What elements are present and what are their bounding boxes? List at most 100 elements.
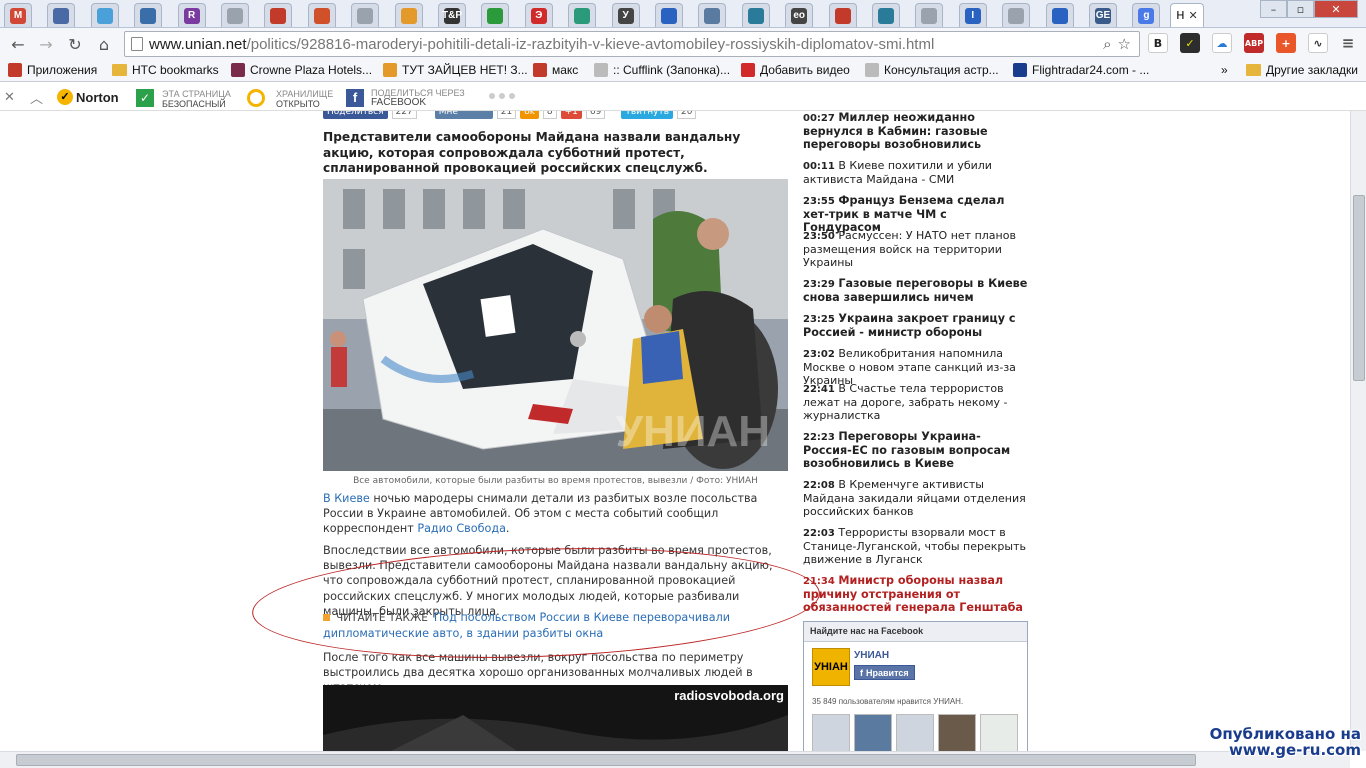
maximize-button[interactable]: ▫	[1287, 0, 1314, 18]
minimize-button[interactable]: –	[1260, 0, 1287, 18]
news-headline[interactable]: Великобритания напомнила Москве о новом …	[803, 347, 1016, 387]
news-headline[interactable]: В Кременчуге активисты Майдана закидали …	[803, 478, 1026, 518]
vk-like-button[interactable]: Мне	[434, 111, 493, 119]
avatar[interactable]	[896, 714, 934, 751]
news-item[interactable]: 23:29 Газовые переговоры в Киеве снова з…	[803, 277, 1028, 304]
tweet-button[interactable]: Твитнуть	[621, 111, 674, 119]
other-bookmarks[interactable]: Другие закладки	[1246, 63, 1358, 77]
news-item[interactable]: 23:55 Француз Бензема сделал хет-трик в …	[803, 194, 1028, 234]
bookmarks-more[interactable]: »	[1221, 63, 1228, 77]
vertical-scrollbar[interactable]	[1350, 111, 1366, 751]
more-dots-icon[interactable]	[489, 93, 515, 99]
ok-icon[interactable]: ok	[520, 111, 539, 119]
facebook-like-button[interactable]: f Нравится	[854, 665, 915, 680]
news-headline[interactable]: Министр обороны назвал причину отстранен…	[803, 574, 1023, 614]
news-item[interactable]: 23:50 Расмуссен: У НАТО нет планов разме…	[803, 229, 1028, 269]
browser-tab[interactable]	[741, 3, 770, 27]
active-browser-tab[interactable]: Н ✕	[1170, 3, 1204, 27]
news-item[interactable]: 00:27 Миллер неожиданно вернулся в Кабми…	[803, 111, 1028, 151]
browser-tab[interactable]	[47, 3, 76, 27]
search-icon[interactable]: ⌕	[1103, 35, 1111, 53]
norton-logo[interactable]: ✓ Norton	[57, 89, 119, 105]
news-item[interactable]: 22:23 Переговоры Украина-Россия-ЕС по га…	[803, 430, 1028, 470]
browser-tab[interactable]: У	[611, 3, 640, 27]
menu-icon[interactable]: ≡	[1338, 33, 1358, 53]
news-headline[interactable]: Украина закроет границу с Россией - мини…	[803, 312, 1016, 339]
address-bar[interactable]: www.unian.net/politics/928816-maroderyi-…	[124, 31, 1140, 57]
video-player[interactable]: radiosvoboda.org	[323, 685, 788, 751]
unian-logo[interactable]: УНІАН	[812, 648, 850, 686]
browser-tab[interactable]	[1045, 3, 1074, 27]
bookmark-item[interactable]: Приложения	[8, 63, 97, 77]
browser-tab[interactable]: eo	[785, 3, 814, 27]
facebook-page-name[interactable]: УНИАН	[854, 650, 889, 661]
bookmark-item[interactable]: Flightradar24.com - ...	[1013, 63, 1149, 77]
close-icon[interactable]: ✕	[4, 89, 15, 105]
check-extension-icon[interactable]: ✓	[1180, 33, 1200, 53]
reload-button[interactable]: ↻	[65, 34, 85, 54]
news-item[interactable]: 23:25 Украина закроет границу с Россией …	[803, 312, 1028, 339]
bookmark-item[interactable]: Консультация астр...	[865, 63, 999, 77]
home-button[interactable]: ⌂	[94, 34, 114, 54]
plus-extension-icon[interactable]: +	[1276, 33, 1296, 53]
close-tab-icon[interactable]: ✕	[1189, 9, 1198, 22]
news-item[interactable]: 22:03 Террористы взорвали мост в Станице…	[803, 526, 1028, 566]
news-headline[interactable]: Газовые переговоры в Киеве снова заверши…	[803, 277, 1027, 304]
browser-tab[interactable]	[307, 3, 336, 27]
avatar[interactable]	[938, 714, 976, 751]
chart-extension-icon[interactable]: ∿	[1308, 33, 1328, 53]
browser-tab[interactable]	[568, 3, 597, 27]
browser-tab[interactable]: I	[958, 3, 987, 27]
browser-tab[interactable]	[351, 3, 380, 27]
bookmark-item[interactable]: HTC bookmarks	[112, 63, 219, 77]
kiev-link[interactable]: В Киеве	[323, 492, 370, 505]
browser-tab[interactable]: g	[1132, 3, 1161, 27]
browser-tab[interactable]	[90, 3, 119, 27]
vault-status[interactable]: ХРАНИЛИЩЕ ОТКРЫТО	[276, 89, 333, 109]
vertical-scroll-thumb[interactable]	[1353, 195, 1365, 381]
article-photo[interactable]: УНИАН	[323, 179, 788, 471]
news-item[interactable]: 23:02 Великобритания напомнила Москве о …	[803, 347, 1028, 387]
safe-status[interactable]: ЭТА СТРАНИЦА БЕЗОПАСНЫЙ	[162, 89, 231, 109]
forward-button[interactable]: →	[36, 34, 56, 54]
browser-tab[interactable]: R	[177, 3, 206, 27]
cloud-extension-icon[interactable]: ☁	[1212, 33, 1232, 53]
avatar[interactable]	[854, 714, 892, 751]
facebook-share-button[interactable]: Поделиться	[323, 111, 388, 119]
news-headline[interactable]: Переговоры Украина-Россия-ЕС по газовым …	[803, 430, 1010, 470]
bookmark-item[interactable]: Добавить видео	[741, 63, 850, 77]
browser-tab[interactable]	[1002, 3, 1031, 27]
browser-tab[interactable]	[655, 3, 683, 27]
horizontal-scrollbar[interactable]	[0, 751, 1350, 768]
browser-tab[interactable]: Э	[524, 3, 553, 27]
browser-tab[interactable]	[481, 3, 510, 27]
back-button[interactable]: ←	[8, 34, 28, 54]
browser-tab[interactable]	[264, 3, 293, 27]
avatar[interactable]	[812, 714, 850, 751]
share-facebook[interactable]: ПОДЕЛИТЬСЯ ЧЕРЕЗ FACEBOOK	[371, 88, 465, 108]
b-extension-icon[interactable]: B	[1148, 33, 1168, 53]
news-item[interactable]: 00:11 В Киеве похитили и убили активиста…	[803, 159, 1028, 186]
browser-tab[interactable]: T&P	[438, 3, 466, 27]
bookmark-item[interactable]: Crowne Plaza Hotels...	[231, 63, 372, 77]
avatar[interactable]	[980, 714, 1018, 751]
google-plus-button[interactable]: +1	[560, 111, 582, 119]
news-item[interactable]: 22:08 В Кременчуге активисты Майдана зак…	[803, 478, 1028, 518]
radio-svoboda-link[interactable]: Радио Свобода	[417, 522, 506, 535]
browser-tab[interactable]	[915, 3, 944, 27]
bookmark-item[interactable]: макс	[533, 63, 578, 77]
browser-tab[interactable]: M	[4, 3, 32, 27]
adblock-icon[interactable]: ABP	[1244, 33, 1264, 53]
browser-tab[interactable]: GE	[1089, 3, 1117, 27]
bookmark-item[interactable]: ТУТ ЗАЙЦЕВ НЕТ! З...	[383, 63, 528, 77]
star-icon[interactable]: ☆	[1118, 35, 1131, 53]
bookmark-item[interactable]: :: Cufflink (Запонка)...	[594, 63, 730, 77]
close-window-button[interactable]: ✕	[1314, 0, 1358, 18]
browser-tab[interactable]	[394, 3, 423, 27]
browser-tab[interactable]	[872, 3, 900, 27]
news-item[interactable]: 22:41 В Счастье тела террористов лежат н…	[803, 382, 1028, 422]
browser-tab[interactable]	[134, 3, 163, 27]
news-headline[interactable]: Террористы взорвали мост в Станице-Луган…	[803, 526, 1026, 566]
horizontal-scroll-thumb[interactable]	[16, 754, 1196, 766]
chevron-up-icon[interactable]: ︿	[30, 88, 43, 107]
